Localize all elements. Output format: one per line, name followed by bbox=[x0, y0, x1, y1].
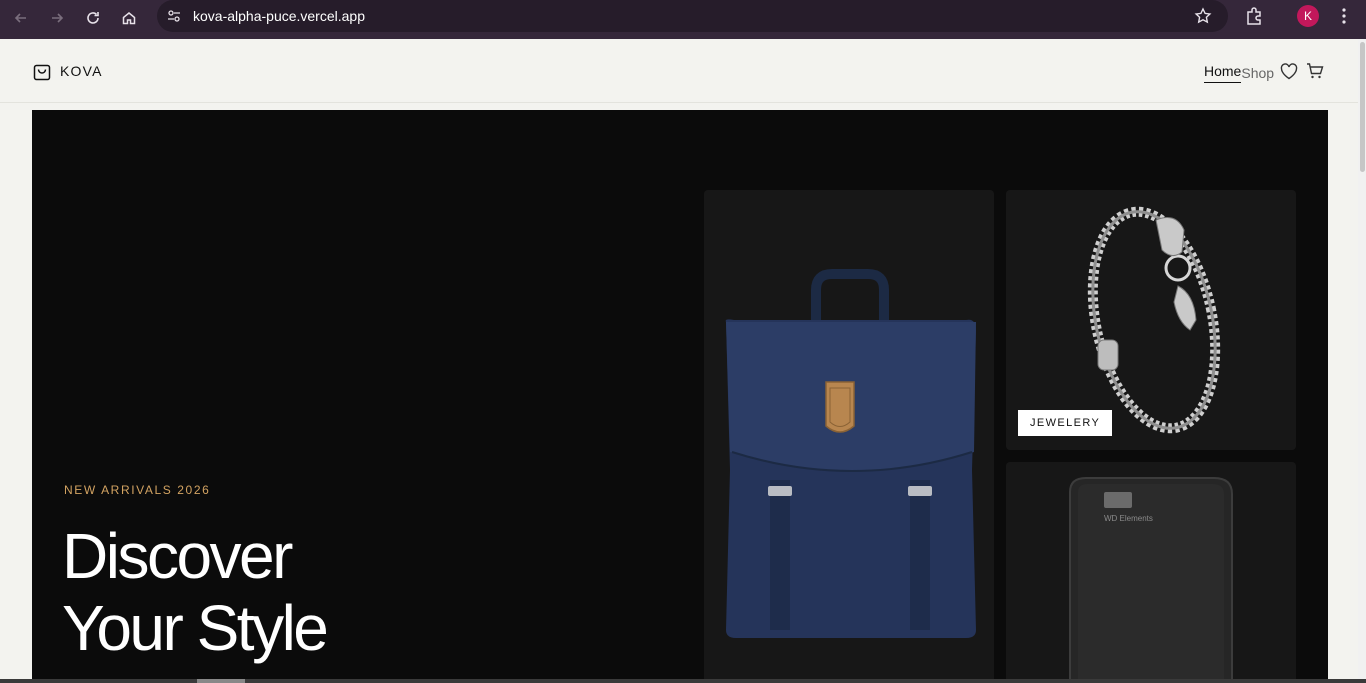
home-button[interactable] bbox=[116, 5, 142, 31]
horizontal-scrollbar-thumb[interactable] bbox=[197, 679, 245, 683]
logo[interactable]: KOVA bbox=[33, 61, 103, 81]
home-icon bbox=[122, 12, 136, 25]
hero-headline-line-2: Your Style bbox=[62, 592, 329, 664]
drive-label: WD Elements bbox=[1104, 514, 1153, 523]
nav-shop-link[interactable]: Shop bbox=[1241, 65, 1274, 81]
forward-icon bbox=[52, 13, 64, 23]
jewelery-tag[interactable]: JEWELERY bbox=[1018, 410, 1113, 436]
backpack-product-tile[interactable] bbox=[704, 190, 994, 683]
backpack-image bbox=[725, 269, 976, 638]
browser-toolbar: kova-alpha-puce.vercel.app K bbox=[0, 0, 1366, 39]
jewelery-category-tile[interactable]: JEWELERY bbox=[1006, 190, 1296, 450]
nav-home-link[interactable]: Home bbox=[1204, 63, 1242, 83]
menu-kebab-icon[interactable] bbox=[1336, 6, 1352, 26]
page-scrollbar-thumb[interactable] bbox=[1360, 42, 1365, 172]
site-settings-icon[interactable] bbox=[166, 8, 182, 24]
back-icon bbox=[14, 13, 26, 23]
reload-icon bbox=[87, 12, 99, 24]
back-button[interactable] bbox=[8, 5, 34, 31]
profile-avatar[interactable]: K bbox=[1297, 5, 1319, 27]
url-text[interactable]: kova-alpha-puce.vercel.app bbox=[193, 8, 365, 24]
bookmark-star-icon[interactable] bbox=[1194, 7, 1212, 25]
main-nav: Home Shop bbox=[1204, 63, 1274, 83]
hero-headline-line-1: Discover bbox=[62, 520, 293, 592]
forward-button[interactable] bbox=[44, 5, 70, 31]
address-bar[interactable]: kova-alpha-puce.vercel.app bbox=[157, 0, 1228, 32]
hero-section: NEW ARRIVALS 2026 Discover Your Style JE… bbox=[32, 110, 1328, 683]
cart-icon[interactable] bbox=[1306, 62, 1324, 80]
heart-icon[interactable] bbox=[1280, 63, 1298, 80]
hard-drive-image: WD Elements bbox=[1069, 477, 1233, 683]
hero-eyebrow: NEW ARRIVALS 2026 bbox=[64, 483, 211, 497]
page: KOVA Home Shop NEW ARRIVALS 2026 Discove… bbox=[0, 39, 1366, 683]
logo-text: KOVA bbox=[60, 63, 103, 79]
site-header: KOVA Home Shop bbox=[0, 39, 1358, 103]
extensions-icon[interactable] bbox=[1244, 6, 1264, 26]
reload-button[interactable] bbox=[80, 5, 106, 31]
shopping-bag-icon bbox=[33, 64, 51, 81]
hard-drive-product-tile[interactable]: WD Elements bbox=[1006, 462, 1296, 683]
hero-headline: Discover Your Style bbox=[62, 520, 329, 664]
